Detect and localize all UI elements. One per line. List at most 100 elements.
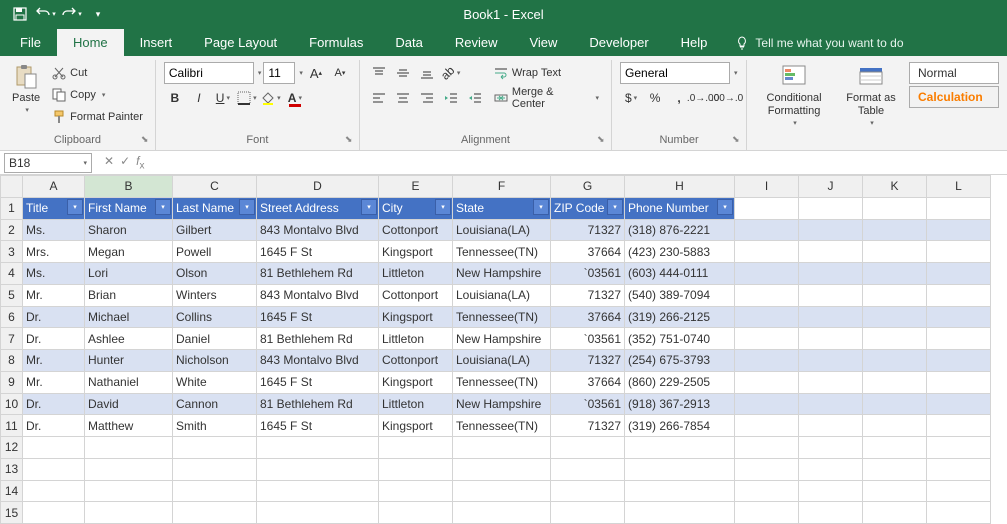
column-header[interactable]: G bbox=[551, 176, 625, 198]
cell[interactable] bbox=[863, 219, 927, 241]
cell[interactable]: Nathaniel bbox=[85, 371, 173, 393]
cell[interactable] bbox=[173, 458, 257, 480]
worksheet-grid[interactable]: ABCDEFGHIJKL1Title▾First Name▾Last Name▾… bbox=[0, 175, 1007, 524]
cell[interactable] bbox=[625, 458, 735, 480]
cell[interactable]: Louisiana(LA) bbox=[453, 284, 551, 306]
cell[interactable]: (319) 266-7854 bbox=[625, 415, 735, 437]
cell[interactable] bbox=[927, 480, 991, 502]
cell[interactable]: Tennessee(TN) bbox=[453, 306, 551, 328]
row-header[interactable]: 6 bbox=[1, 306, 23, 328]
decrease-decimal-button[interactable]: .00→.0 bbox=[716, 87, 738, 109]
align-left-button[interactable] bbox=[368, 87, 390, 109]
filter-button[interactable]: ▾ bbox=[67, 199, 83, 215]
cell[interactable] bbox=[735, 458, 799, 480]
cell[interactable]: Hunter bbox=[85, 350, 173, 372]
merge-center-button[interactable]: Merge & Center▾ bbox=[490, 87, 603, 109]
cell[interactable]: 1645 F St bbox=[257, 371, 379, 393]
row-header[interactable]: 7 bbox=[1, 328, 23, 350]
cell[interactable] bbox=[173, 502, 257, 524]
cell[interactable]: 81 Bethlehem Rd bbox=[257, 263, 379, 285]
qat-customize[interactable]: ▾ bbox=[86, 2, 110, 26]
cell[interactable] bbox=[551, 502, 625, 524]
orientation-button[interactable]: ab▾ bbox=[440, 62, 462, 84]
cell[interactable] bbox=[927, 306, 991, 328]
cell[interactable] bbox=[927, 219, 991, 241]
cell[interactable] bbox=[257, 458, 379, 480]
cell[interactable] bbox=[625, 437, 735, 459]
cell[interactable]: 81 Bethlehem Rd bbox=[257, 328, 379, 350]
cell[interactable]: (540) 389-7094 bbox=[625, 284, 735, 306]
cell[interactable]: (318) 876-2221 bbox=[625, 219, 735, 241]
cell[interactable]: `03561 bbox=[551, 263, 625, 285]
tab-review[interactable]: Review bbox=[439, 29, 514, 56]
cell[interactable] bbox=[799, 241, 863, 263]
cell[interactable]: Winters bbox=[173, 284, 257, 306]
cell[interactable] bbox=[551, 480, 625, 502]
cell[interactable]: Powell bbox=[173, 241, 257, 263]
decrease-font-button[interactable]: A▾ bbox=[329, 62, 351, 84]
column-header[interactable]: F bbox=[453, 176, 551, 198]
cell[interactable] bbox=[257, 480, 379, 502]
column-header[interactable]: E bbox=[379, 176, 453, 198]
cell[interactable]: Ms. bbox=[23, 263, 85, 285]
font-name-input[interactable] bbox=[164, 62, 254, 84]
tab-file[interactable]: File bbox=[4, 29, 57, 56]
enter-formula-button[interactable]: ✓ bbox=[120, 154, 130, 171]
align-right-button[interactable] bbox=[416, 87, 438, 109]
cell[interactable] bbox=[85, 480, 173, 502]
paste-button[interactable]: Paste ▾ bbox=[8, 62, 44, 118]
row-header[interactable]: 3 bbox=[1, 241, 23, 263]
cell[interactable] bbox=[379, 458, 453, 480]
cell[interactable] bbox=[735, 437, 799, 459]
row-header[interactable]: 15 bbox=[1, 502, 23, 524]
cell[interactable] bbox=[735, 284, 799, 306]
cell[interactable] bbox=[735, 328, 799, 350]
cell[interactable]: Louisiana(LA) bbox=[453, 219, 551, 241]
cell[interactable] bbox=[735, 197, 799, 219]
cell[interactable] bbox=[551, 437, 625, 459]
cell[interactable] bbox=[927, 197, 991, 219]
cell[interactable] bbox=[927, 241, 991, 263]
cell[interactable] bbox=[863, 284, 927, 306]
column-header[interactable]: K bbox=[863, 176, 927, 198]
cell[interactable]: 843 Montalvo Blvd bbox=[257, 219, 379, 241]
cell[interactable] bbox=[863, 393, 927, 415]
cell[interactable]: 1645 F St bbox=[257, 241, 379, 263]
cell[interactable]: Dr. bbox=[23, 306, 85, 328]
fill-color-button[interactable]: ▾ bbox=[260, 87, 282, 109]
cell[interactable]: New Hampshire bbox=[453, 328, 551, 350]
cell[interactable]: 71327 bbox=[551, 350, 625, 372]
cell[interactable] bbox=[257, 437, 379, 459]
cell[interactable] bbox=[927, 437, 991, 459]
tab-help[interactable]: Help bbox=[665, 29, 724, 56]
cell[interactable]: 37664 bbox=[551, 241, 625, 263]
filter-button[interactable]: ▾ bbox=[361, 199, 377, 215]
row-header[interactable]: 12 bbox=[1, 437, 23, 459]
cell[interactable] bbox=[799, 437, 863, 459]
wrap-text-button[interactable]: Wrap Text bbox=[490, 62, 603, 84]
tab-view[interactable]: View bbox=[513, 29, 573, 56]
cell[interactable] bbox=[453, 480, 551, 502]
cell[interactable] bbox=[863, 371, 927, 393]
align-bottom-button[interactable] bbox=[416, 62, 438, 84]
table-column-header[interactable]: Title▾ bbox=[23, 197, 85, 219]
tab-home[interactable]: Home bbox=[57, 29, 124, 56]
format-as-table-button[interactable]: Format as Table▾ bbox=[837, 62, 905, 131]
cell[interactable] bbox=[625, 480, 735, 502]
underline-button[interactable]: U▾ bbox=[212, 87, 234, 109]
column-header[interactable]: B bbox=[85, 176, 173, 198]
row-header[interactable]: 14 bbox=[1, 480, 23, 502]
cell[interactable] bbox=[799, 415, 863, 437]
cell[interactable]: Ms. bbox=[23, 219, 85, 241]
increase-indent-button[interactable] bbox=[464, 87, 486, 109]
cell[interactable] bbox=[927, 328, 991, 350]
column-header[interactable]: L bbox=[927, 176, 991, 198]
table-column-header[interactable]: State▾ bbox=[453, 197, 551, 219]
cell[interactable] bbox=[551, 458, 625, 480]
table-column-header[interactable]: Last Name▾ bbox=[173, 197, 257, 219]
percent-button[interactable]: % bbox=[644, 87, 666, 109]
conditional-formatting-button[interactable]: Conditional Formatting▾ bbox=[755, 62, 833, 131]
fx-button[interactable]: fx bbox=[136, 154, 144, 171]
cell[interactable]: 71327 bbox=[551, 219, 625, 241]
cell[interactable]: Daniel bbox=[173, 328, 257, 350]
